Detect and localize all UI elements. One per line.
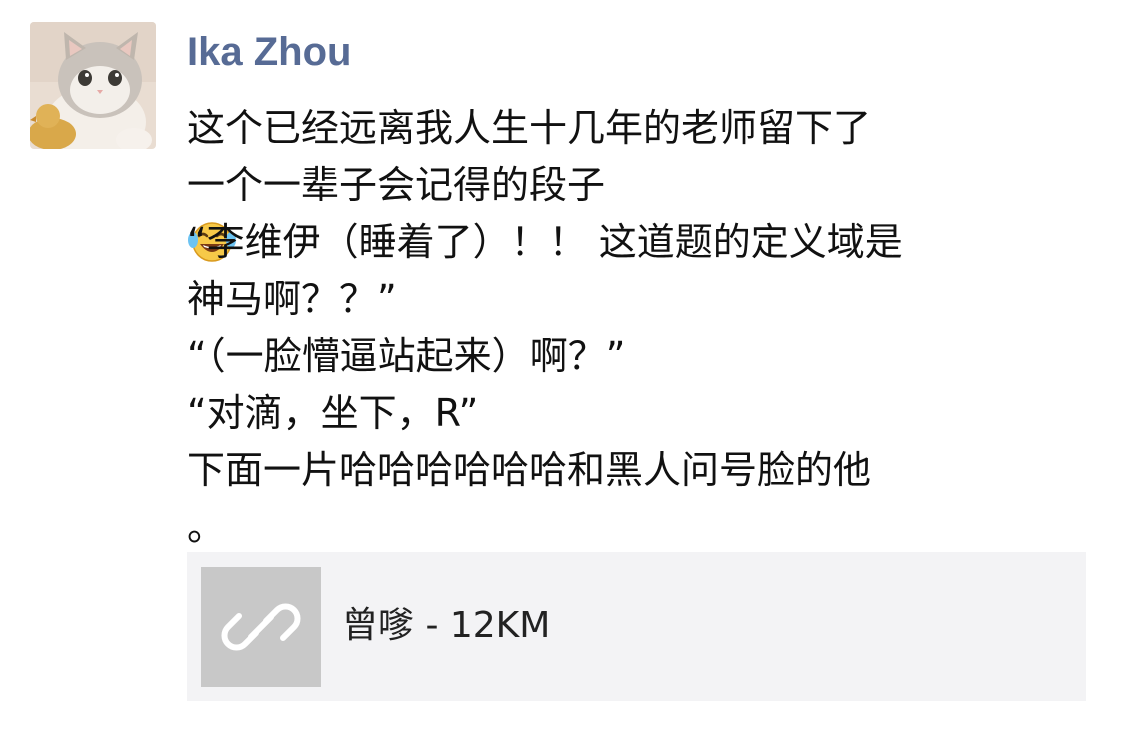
link-icon	[221, 603, 301, 651]
message-text: 。	[187, 505, 226, 549]
link-title: 曾嗲 - 12KM	[342, 605, 551, 646]
message-line: 下面一片哈哈哈哈哈哈和黑人问号脸的他	[187, 442, 1067, 499]
message-line: 这个已经远离我人生十几年的老师留下了	[187, 100, 1067, 157]
message-text: 一个一辈子会记得的段子	[187, 163, 606, 207]
message-text: 这个已经远离我人生十几年的老师留下了	[187, 106, 872, 150]
username[interactable]: Ika Zhou	[187, 26, 351, 78]
message-line: 一个一辈子会记得的段子	[187, 157, 1067, 262]
shared-link-card[interactable]: 曾嗲 - 12KM	[187, 552, 1086, 701]
link-thumbnail	[201, 567, 321, 687]
message-line: “（一脸懵逼站起来）啊？”	[187, 328, 1067, 385]
post-message: 这个已经远离我人生十几年的老师留下了 一个一辈子会记得的段子 “李维伊（睡着了）…	[187, 100, 1067, 556]
message-line: “李维伊（睡着了）！！ 这道题的定义域是	[187, 214, 1067, 271]
message-text: “李维伊（睡着了）！！ 这道题的定义域是	[187, 220, 903, 264]
message-text: “对滴，坐下，R”	[187, 391, 479, 435]
message-line: “对滴，坐下，R”	[187, 385, 1067, 442]
moments-post: Ika Zhou 这个已经远离我人生十几年的老师留下了 一个一辈子会记得的段子 …	[0, 0, 1121, 729]
cat-avatar-icon	[30, 22, 156, 149]
message-text: “（一脸懵逼站起来）啊？”	[187, 334, 626, 378]
message-text: 下面一片哈哈哈哈哈哈和黑人问号脸的他	[187, 448, 872, 492]
message-text: 神马啊？？”	[187, 277, 397, 321]
message-line: 。	[187, 499, 1067, 556]
message-line: 神马啊？？”	[187, 271, 1067, 328]
avatar[interactable]	[30, 22, 156, 149]
